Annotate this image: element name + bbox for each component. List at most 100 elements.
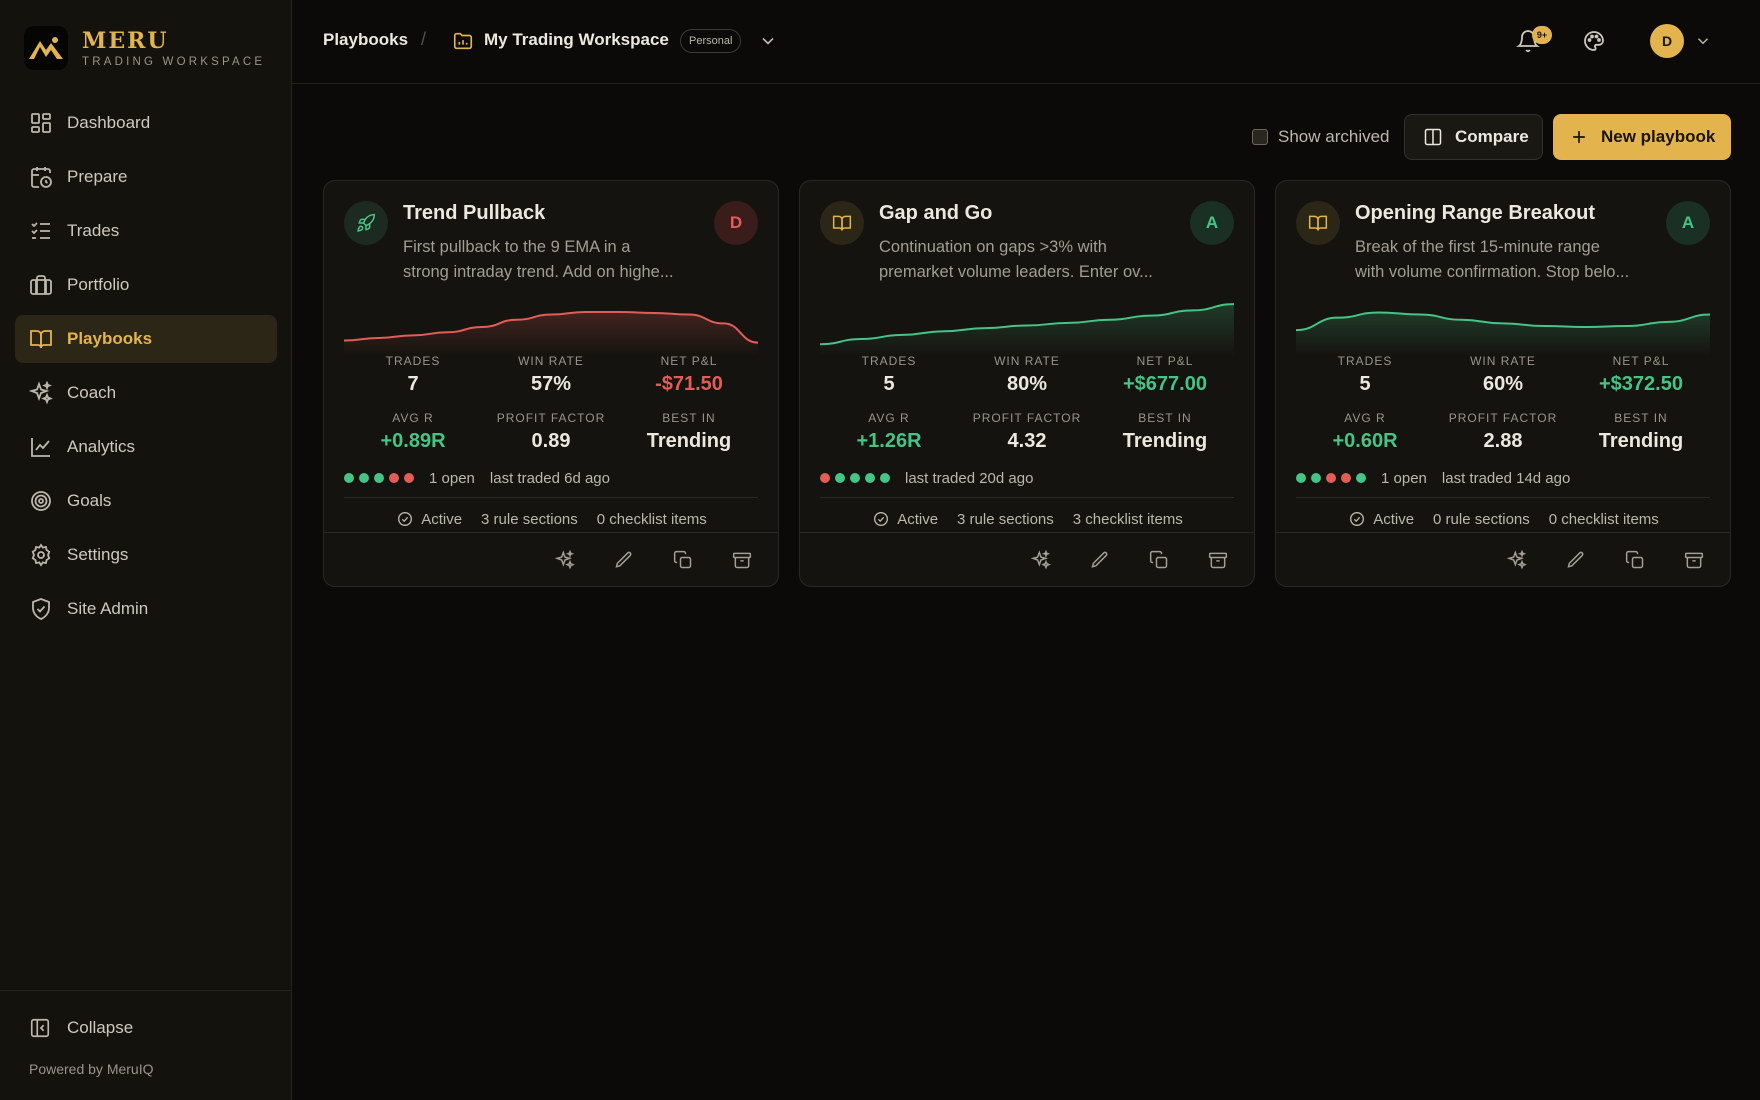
- stat-win-rate: WIN RATE 80%: [958, 354, 1096, 396]
- sidebar-item-site-admin[interactable]: Site Admin: [15, 585, 277, 633]
- collapse-button[interactable]: Collapse: [29, 1017, 133, 1039]
- pencil-icon[interactable]: [614, 550, 634, 570]
- workspace-name[interactable]: My Trading Workspace: [484, 30, 669, 50]
- check-circle-icon: [873, 511, 889, 527]
- show-archived-checkbox[interactable]: [1252, 129, 1268, 145]
- last-traded: last traded 20d ago: [905, 469, 1034, 487]
- top-header: Playbooks / My Trading Workspace Persona…: [292, 0, 1760, 84]
- folder-chart-icon: [452, 30, 474, 52]
- sidebar-item-goals[interactable]: Goals: [15, 477, 277, 525]
- check-circle-icon: [397, 511, 413, 527]
- chevron-down-icon[interactable]: [1694, 32, 1712, 50]
- description-line: strong intraday trend. Add on highe...: [403, 263, 674, 281]
- sidebar-item-label: Coach: [67, 383, 117, 402]
- sidebar-item-coach[interactable]: Coach: [15, 369, 277, 417]
- playbook-meta: Active 0 rule sections 0 checklist items: [1276, 507, 1732, 531]
- result-dot-win: [1296, 473, 1306, 483]
- stat-profit-factor: PROFIT FACTOR 4.32: [958, 411, 1096, 453]
- pencil-icon[interactable]: [1566, 550, 1586, 570]
- palette-icon[interactable]: [1582, 29, 1606, 53]
- sparkline-area: [820, 304, 1234, 356]
- archive-icon[interactable]: [1208, 550, 1228, 570]
- divider: [820, 497, 1234, 498]
- stat-value: 7: [407, 373, 419, 395]
- stat-label: NET P&L: [1612, 354, 1670, 368]
- sparkles-icon[interactable]: [555, 550, 575, 570]
- playbook-title[interactable]: Trend Pullback: [403, 202, 545, 225]
- sidebar-item-trades[interactable]: Trades: [15, 207, 277, 255]
- brand-name: MERU: [82, 27, 169, 54]
- chevron-down-icon[interactable]: [758, 31, 778, 51]
- result-dot-win: [865, 473, 875, 483]
- sidebar-item-analytics[interactable]: Analytics: [15, 423, 277, 471]
- pencil-icon[interactable]: [1090, 550, 1110, 570]
- stat-trades: TRADES 7: [344, 354, 482, 396]
- description-line: premarket volume leaders. Enter ov...: [879, 263, 1153, 281]
- result-dot-loss: [820, 473, 830, 483]
- sidebar-item-label: Playbooks: [67, 329, 153, 348]
- new-playbook-button[interactable]: New playbook: [1553, 114, 1731, 160]
- result-dot-win: [374, 473, 384, 483]
- stat-best-in: BEST IN Trending: [1572, 411, 1710, 453]
- compare-button[interactable]: Compare: [1404, 114, 1543, 160]
- checklist-items: 0 checklist items: [596, 510, 707, 528]
- sparkline-area: [1296, 312, 1710, 356]
- stat-label: WIN RATE: [1470, 354, 1536, 368]
- workspace-badge: Personal: [680, 29, 742, 53]
- sidebar-item-label: Goals: [67, 491, 112, 510]
- line-chart-icon: [29, 435, 53, 459]
- stat-trades: TRADES 5: [1296, 354, 1434, 396]
- card-actions: [516, 550, 752, 570]
- playbook-title[interactable]: Gap and Go: [879, 202, 992, 225]
- grade-badge: A: [1666, 201, 1710, 245]
- copy-icon[interactable]: [673, 550, 693, 570]
- stat-label: PROFIT FACTOR: [1448, 411, 1558, 425]
- stat-value: +$677.00: [1123, 373, 1207, 395]
- breadcrumb-playbooks[interactable]: Playbooks: [323, 30, 408, 50]
- sidebar-item-portfolio[interactable]: Portfolio: [15, 261, 277, 309]
- playbook-title[interactable]: Opening Range Breakout: [1355, 202, 1595, 225]
- sparkles-icon[interactable]: [1031, 550, 1051, 570]
- stat-avg-r: AVG R +1.26R: [820, 411, 958, 453]
- meru-logo-icon: [24, 26, 68, 70]
- show-archived-label: Show archived: [1278, 127, 1390, 146]
- sidebar-item-label: Prepare: [67, 167, 128, 186]
- stat-value: 5: [883, 373, 895, 395]
- stat-value: Trending: [1122, 430, 1208, 452]
- sparkles-icon[interactable]: [1507, 550, 1527, 570]
- copy-icon[interactable]: [1625, 550, 1645, 570]
- result-dot-win: [344, 473, 354, 483]
- sidebar-item-dashboard[interactable]: Dashboard: [15, 99, 277, 147]
- stat-label: WIN RATE: [994, 354, 1060, 368]
- description-line: Continuation on gaps >3% with: [879, 238, 1107, 256]
- stat-label: TRADES: [1337, 354, 1393, 368]
- divider: [1296, 497, 1710, 498]
- playbook-card[interactable]: Trend Pullback First pullback to the 9 EM…: [323, 180, 779, 587]
- sidebar-item-prepare[interactable]: Prepare: [15, 153, 277, 201]
- check-circle-icon: [1349, 511, 1365, 527]
- stat-value: Trending: [1598, 430, 1684, 452]
- show-archived-toggle[interactable]: Show archived: [1252, 127, 1390, 147]
- status-text: Active: [1373, 510, 1415, 528]
- result-dot-loss: [1326, 473, 1336, 483]
- pnl-sparkline: [820, 303, 1234, 356]
- avatar[interactable]: D: [1650, 24, 1684, 58]
- sidebar-item-settings[interactable]: Settings: [15, 531, 277, 579]
- stat-profit-factor: PROFIT FACTOR 0.89: [482, 411, 620, 453]
- brand[interactable]: MERU TRADING WORKSPACE: [24, 26, 265, 70]
- playbook-card[interactable]: Opening Range Breakout Break of the first…: [1275, 180, 1731, 587]
- stat-value: 60%: [1482, 373, 1524, 395]
- playbook-card[interactable]: Gap and Go Continuation on gaps >3% with p…: [799, 180, 1255, 587]
- sidebar-item-playbooks[interactable]: Playbooks: [15, 315, 277, 363]
- copy-icon[interactable]: [1149, 550, 1169, 570]
- recent-results: 1 open last traded 14d ago: [1296, 470, 1570, 487]
- archive-icon[interactable]: [1684, 550, 1704, 570]
- sidebar-footer: Collapse Powered by MeruIQ: [0, 990, 291, 1100]
- open-count: 1 open: [429, 469, 475, 487]
- status-text: Active: [897, 510, 939, 528]
- divider: [1276, 532, 1730, 533]
- stat-value: 5: [1359, 373, 1371, 395]
- rule-sections: 3 rule sections: [957, 510, 1054, 528]
- stat-value: +0.89R: [380, 430, 446, 452]
- archive-icon[interactable]: [732, 550, 752, 570]
